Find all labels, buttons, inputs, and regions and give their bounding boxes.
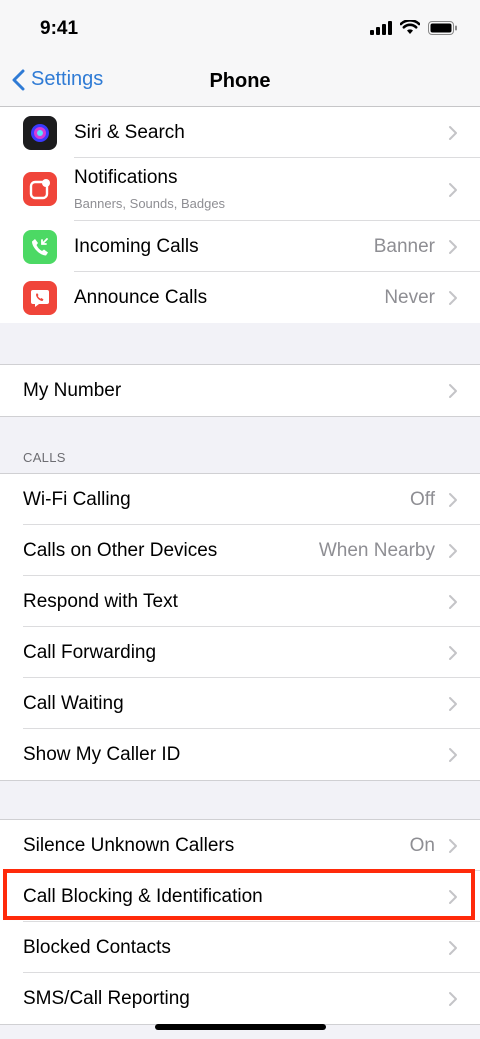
respond-with-text-row[interactable]: Respond with Text (0, 576, 480, 627)
row-value: On (409, 834, 435, 856)
chevron-right-icon (449, 991, 457, 1006)
blocked-contacts-row[interactable]: Blocked Contacts (0, 922, 480, 973)
battery-icon (428, 20, 457, 35)
chevron-right-icon (449, 239, 457, 254)
row-label: Respond with Text (23, 590, 178, 612)
chevron-right-icon (449, 182, 457, 197)
siri-icon (23, 115, 57, 150)
row-label: Wi-Fi Calling (23, 488, 131, 510)
chevron-right-icon (449, 125, 457, 140)
calls-other-devices-row[interactable]: Calls on Other Devices When Nearby (0, 525, 480, 576)
row-label: Siri & Search (74, 121, 185, 143)
navigation-bar: Settings Phone (0, 58, 480, 107)
row-label: Announce Calls (74, 286, 208, 308)
chevron-right-icon (449, 543, 457, 558)
row-value: Off (410, 488, 435, 510)
incoming-calls-row[interactable]: Incoming Calls Banner (0, 221, 480, 272)
row-label: Call Forwarding (23, 641, 157, 663)
sms-call-reporting-row[interactable]: SMS/Call Reporting (0, 973, 480, 1024)
row-label: Call Waiting (23, 692, 124, 714)
status-bar: 9:41 (0, 0, 480, 58)
chevron-right-icon (449, 645, 457, 660)
row-label: Incoming Calls (74, 235, 199, 257)
wifi-calling-row[interactable]: Wi-Fi Calling Off (0, 474, 480, 525)
my-number-row[interactable]: My Number (0, 365, 480, 416)
silence-unknown-callers-row[interactable]: Silence Unknown Callers On (0, 820, 480, 871)
settings-group-blocking: Silence Unknown Callers On Call Blocking… (0, 819, 480, 1025)
cellular-signal-icon (370, 20, 392, 35)
notifications-row[interactable]: Notifications Banners, Sounds, Badges (0, 158, 480, 221)
section-header-calls: CALLS (23, 450, 66, 465)
row-value: When Nearby (318, 539, 435, 561)
row-subtitle: Banners, Sounds, Badges (74, 196, 226, 211)
status-icons (370, 20, 458, 35)
chevron-right-icon (449, 492, 457, 507)
settings-group-apps: Siri & Search Notifications Banners, Sou… (0, 107, 480, 323)
announce-calls-icon (23, 280, 57, 315)
status-time: 9:41 (40, 18, 79, 39)
chevron-right-icon (449, 940, 457, 955)
home-indicator[interactable] (155, 1024, 326, 1030)
row-label: Notifications (74, 167, 178, 188)
row-value: Banner (373, 235, 435, 257)
call-waiting-row[interactable]: Call Waiting (0, 678, 480, 729)
chevron-right-icon (449, 838, 457, 853)
row-label: SMS/Call Reporting (23, 987, 190, 1009)
highlight-box (3, 869, 475, 920)
siri-search-row[interactable]: Siri & Search (0, 107, 480, 158)
chevron-right-icon (449, 594, 457, 609)
row-label: Silence Unknown Callers (23, 834, 235, 856)
row-label: My Number (23, 379, 122, 401)
show-caller-id-row[interactable]: Show My Caller ID (0, 729, 480, 780)
wifi-icon (400, 20, 420, 34)
chevron-right-icon (449, 696, 457, 711)
row-value: Never (384, 286, 435, 308)
notifications-icon (23, 172, 57, 206)
call-forwarding-row[interactable]: Call Forwarding (0, 627, 480, 678)
row-label: Blocked Contacts (23, 936, 171, 958)
chevron-right-icon (449, 747, 457, 762)
row-label: Show My Caller ID (23, 743, 181, 765)
page-title: Phone (209, 70, 271, 92)
settings-group-calls: Wi-Fi Calling Off Calls on Other Devices… (0, 473, 480, 781)
incoming-calls-icon (23, 229, 57, 264)
chevron-right-icon (449, 290, 457, 305)
settings-group-number: My Number (0, 364, 480, 417)
announce-calls-row[interactable]: Announce Calls Never (0, 272, 480, 323)
row-label: Calls on Other Devices (23, 539, 218, 561)
chevron-right-icon (449, 383, 457, 398)
